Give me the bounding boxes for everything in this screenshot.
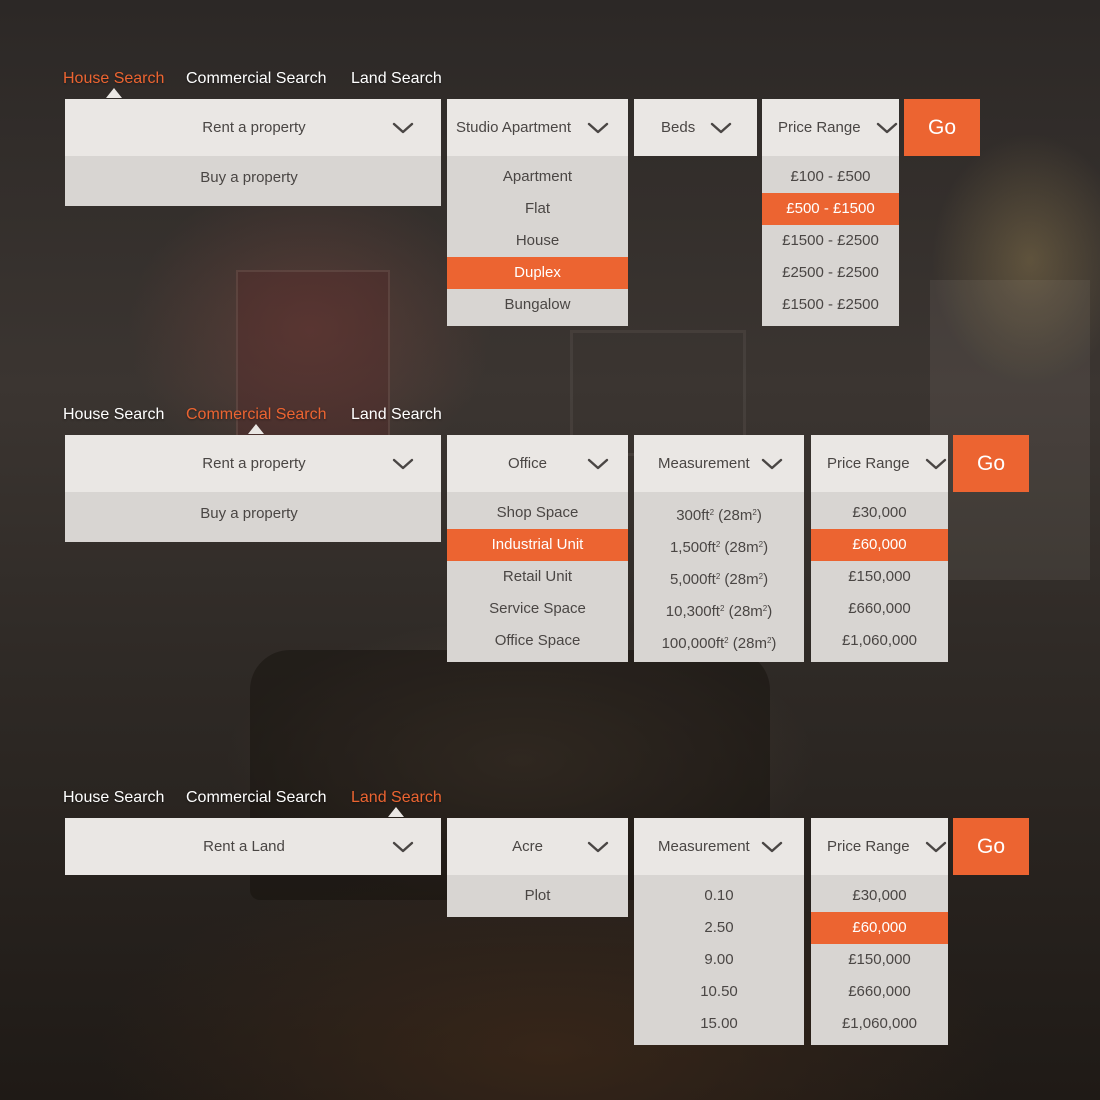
tab-commercial-search[interactable]: Commercial Search: [186, 406, 326, 434]
property-type-options: Apartment Flat House Duplex Bungalow: [447, 156, 628, 326]
measurement-options: 0.10 2.50 9.00 10.50 15.00: [634, 875, 804, 1045]
price-option[interactable]: £30,000: [811, 497, 948, 529]
purpose-option-buy[interactable]: Buy a property: [65, 498, 441, 530]
land-unit-selected: Acre: [512, 838, 543, 855]
measurement-dropdown[interactable]: Measurement: [634, 818, 804, 875]
price-range-selected: Price Range: [778, 119, 861, 136]
price-option[interactable]: £660,000: [811, 593, 948, 625]
land-unit-options: Plot: [447, 875, 628, 917]
chevron-down-icon: [586, 456, 610, 472]
go-button[interactable]: Go: [953, 818, 1029, 875]
chevron-down-icon: [760, 456, 784, 472]
measurement-option[interactable]: 15.00: [634, 1008, 804, 1040]
price-option[interactable]: £660,000: [811, 976, 948, 1008]
price-option[interactable]: £150,000: [811, 944, 948, 976]
go-button[interactable]: Go: [953, 435, 1029, 492]
land-purpose-dropdown[interactable]: Rent a Land: [65, 818, 441, 875]
price-option[interactable]: £1,060,000: [811, 1008, 948, 1040]
price-option[interactable]: £1500 - £2500: [762, 289, 899, 321]
tab-land-search[interactable]: Land Search: [351, 406, 442, 424]
price-option[interactable]: £2500 - £2500: [762, 257, 899, 289]
price-range-dropdown[interactable]: Price Range: [762, 99, 899, 156]
commercial-type-option[interactable]: Service Space: [447, 593, 628, 625]
measurement-option[interactable]: 10.50: [634, 976, 804, 1008]
tab-land-search[interactable]: Land Search: [351, 789, 442, 817]
chevron-down-icon: [709, 120, 733, 136]
purpose-selected: Rent a property: [202, 119, 306, 136]
price-option[interactable]: £30,000: [811, 880, 948, 912]
commercial-type-dropdown[interactable]: Office: [447, 435, 628, 492]
go-button[interactable]: Go: [904, 99, 980, 156]
price-option[interactable]: £150,000: [811, 561, 948, 593]
property-type-option[interactable]: House: [447, 225, 628, 257]
purpose-option-buy[interactable]: Buy a property: [65, 162, 441, 194]
property-type-option-selected[interactable]: Duplex: [447, 257, 628, 289]
measurement-option[interactable]: 100,000ft2 (28m2): [634, 625, 804, 657]
purpose-options: Buy a property: [65, 156, 441, 206]
price-option-selected[interactable]: £60,000: [811, 912, 948, 944]
chevron-down-icon: [760, 839, 784, 855]
measurement-option[interactable]: 0.10: [634, 880, 804, 912]
chevron-down-icon: [924, 839, 948, 855]
price-range-selected: Price Range: [827, 838, 910, 855]
price-option-selected[interactable]: £60,000: [811, 529, 948, 561]
tab-house-search[interactable]: House Search: [63, 70, 164, 98]
commercial-type-selected: Office: [508, 455, 547, 472]
purpose-options: Buy a property: [65, 492, 441, 542]
measurement-option[interactable]: 300ft2 (28m2): [634, 497, 804, 529]
commercial-type-option[interactable]: Shop Space: [447, 497, 628, 529]
purpose-selected: Rent a property: [202, 455, 306, 472]
chevron-down-icon: [586, 839, 610, 855]
price-option-selected[interactable]: £500 - £1500: [762, 193, 899, 225]
tab-house-search[interactable]: House Search: [63, 406, 164, 424]
tab-commercial-search[interactable]: Commercial Search: [186, 789, 326, 807]
commercial-type-option[interactable]: Retail Unit: [447, 561, 628, 593]
measurement-option[interactable]: 10,300ft2 (28m2): [634, 593, 804, 625]
commercial-type-option[interactable]: Office Space: [447, 625, 628, 657]
price-range-options: £30,000 £60,000 £150,000 £660,000 £1,060…: [811, 492, 948, 662]
commercial-type-option-selected[interactable]: Industrial Unit: [447, 529, 628, 561]
measurement-option[interactable]: 2.50: [634, 912, 804, 944]
price-range-options: £100 - £500 £500 - £1500 £1500 - £2500 £…: [762, 156, 899, 326]
measurement-selected: Measurement: [658, 838, 750, 855]
measurement-option[interactable]: 5,000ft2 (28m2): [634, 561, 804, 593]
chevron-down-icon: [391, 839, 415, 855]
chevron-down-icon: [391, 120, 415, 136]
price-option[interactable]: £100 - £500: [762, 161, 899, 193]
land-unit-option-plot[interactable]: Plot: [447, 880, 628, 912]
measurement-option[interactable]: 9.00: [634, 944, 804, 976]
tab-house-search[interactable]: House Search: [63, 789, 164, 807]
measurement-options: 300ft2 (28m2) 1,500ft2 (28m2) 5,000ft2 (…: [634, 492, 804, 662]
commercial-type-options: Shop Space Industrial Unit Retail Unit S…: [447, 492, 628, 662]
price-range-dropdown[interactable]: Price Range: [811, 818, 948, 875]
beds-dropdown[interactable]: Beds: [634, 99, 757, 156]
property-type-option[interactable]: Flat: [447, 193, 628, 225]
property-type-dropdown[interactable]: Studio Apartment: [447, 99, 628, 156]
purpose-dropdown[interactable]: Rent a property: [65, 435, 441, 492]
price-option[interactable]: £1500 - £2500: [762, 225, 899, 257]
price-range-dropdown[interactable]: Price Range: [811, 435, 948, 492]
price-range-options: £30,000 £60,000 £150,000 £660,000 £1,060…: [811, 875, 948, 1045]
tab-commercial-search[interactable]: Commercial Search: [186, 70, 326, 88]
chevron-down-icon: [391, 456, 415, 472]
property-type-selected: Studio Apartment: [455, 119, 572, 136]
price-range-selected: Price Range: [827, 455, 910, 472]
price-option[interactable]: £1,060,000: [811, 625, 948, 657]
purpose-dropdown[interactable]: Rent a property: [65, 99, 441, 156]
property-type-option[interactable]: Bungalow: [447, 289, 628, 321]
measurement-option[interactable]: 1,500ft2 (28m2): [634, 529, 804, 561]
land-purpose-selected: Rent a Land: [203, 838, 285, 855]
land-unit-dropdown[interactable]: Acre: [447, 818, 628, 875]
tab-land-search[interactable]: Land Search: [351, 70, 442, 88]
measurement-dropdown[interactable]: Measurement: [634, 435, 804, 492]
chevron-down-icon: [924, 456, 948, 472]
measurement-selected: Measurement: [658, 455, 750, 472]
beds-selected: Beds: [661, 119, 696, 136]
chevron-down-icon: [586, 120, 610, 136]
chevron-down-icon: [875, 120, 899, 136]
background-window: [930, 280, 1090, 580]
property-type-option[interactable]: Apartment: [447, 161, 628, 193]
